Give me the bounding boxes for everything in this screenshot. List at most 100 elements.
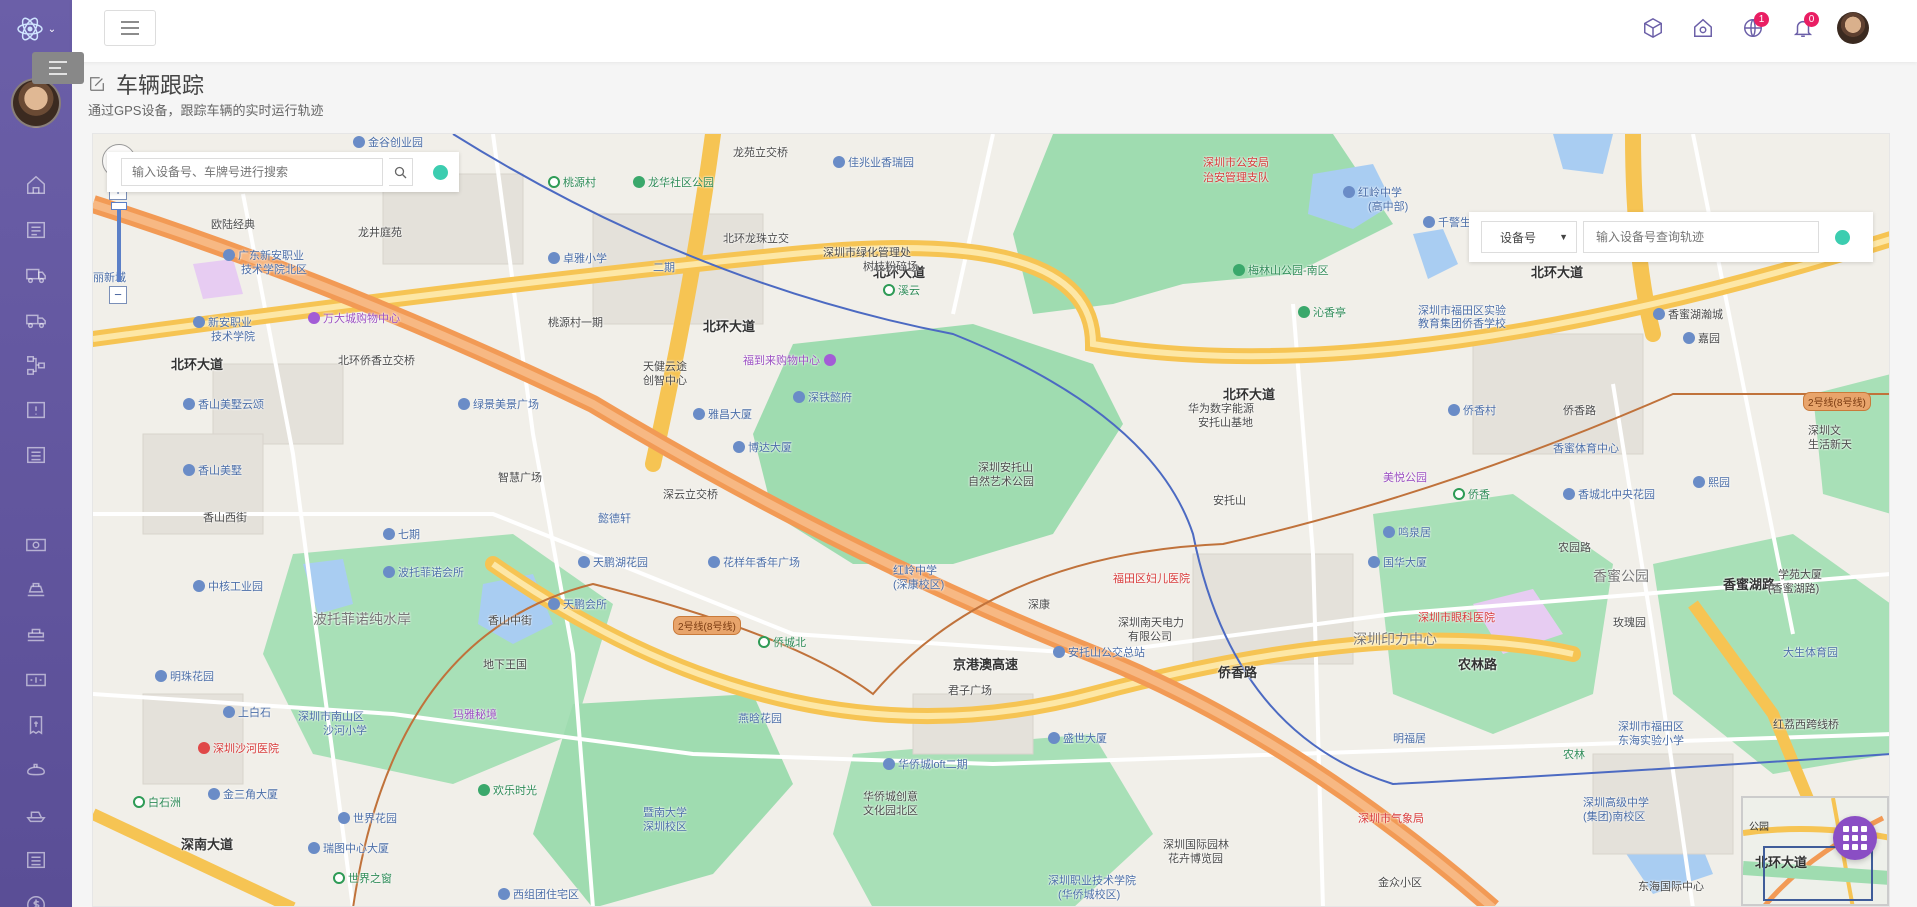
sidebar-item-cash[interactable] — [0, 657, 72, 702]
place-label: 龙井庭苑 — [358, 227, 402, 239]
search-button[interactable] — [389, 158, 413, 186]
place-label: 东海实验小学 — [1618, 735, 1684, 747]
page-subtitle: 通过GPS设备，跟踪车辆的实时运行轨迹 — [88, 103, 324, 118]
place-label-text: 瑞图中心大厦 — [323, 843, 389, 855]
place-label: 波托菲诺会所 — [383, 564, 464, 580]
bell-button[interactable]: 0 — [1787, 12, 1819, 44]
sidebar-item-document[interactable] — [0, 837, 72, 882]
place-label-text: 西组团住宅区 — [513, 889, 579, 901]
stack-alt-icon — [27, 628, 45, 641]
place-label: (深康校区) — [893, 579, 945, 591]
place-label: 波托菲诺纯水岸 — [313, 611, 411, 627]
metro-line-tag: 2号线(8号线) — [1803, 392, 1871, 411]
sidebar-item-route[interactable] — [0, 342, 72, 387]
sidebar-item-submarine[interactable] — [0, 747, 72, 792]
zoom-out-button[interactable]: − — [109, 286, 127, 304]
sidebar-item-bill[interactable] — [0, 702, 72, 747]
place-label: 白石洲 — [133, 794, 181, 810]
sidebar-item-truck[interactable] — [0, 252, 72, 297]
sidebar-item-list[interactable] — [0, 207, 72, 252]
chevron-down-icon[interactable]: ⌄ — [48, 24, 56, 35]
device-search-input[interactable] — [121, 158, 383, 186]
logo[interactable]: ⌄ — [0, 0, 72, 58]
sidebar-item-alert[interactable] — [0, 387, 72, 432]
place-label: 树枝粉碎场 — [863, 261, 918, 273]
place-label: 上白石 — [223, 704, 271, 720]
place-label-text: 世界花园 — [353, 813, 397, 825]
home-icon — [27, 175, 45, 194]
settings-home-button[interactable] — [1687, 12, 1719, 44]
place-label-text: 天鹏会所 — [563, 599, 607, 611]
road-label: 北环大道 — [171, 357, 224, 372]
place-label-text: 上白石 — [238, 707, 271, 719]
sidebar-item-delivery[interactable] — [0, 297, 72, 342]
globe-button[interactable]: 1 — [1737, 12, 1769, 44]
map-canvas[interactable]: 北环大道 北环大道 北环大道 北环大道 北环大道 京港澳高速 侨香路 农林路 香… — [92, 133, 1890, 907]
place-label: (高中部) — [1368, 201, 1409, 213]
place-label-text: 熙园 — [1708, 477, 1730, 489]
sidebar-item-boat[interactable] — [0, 792, 72, 837]
place-label-text: 安托山公交总站 — [1068, 647, 1145, 659]
place-label: 文化园北区 — [863, 805, 918, 817]
place-label: (集团)南校区 — [1583, 811, 1646, 823]
place-label-text: 七期 — [398, 529, 420, 541]
atom-logo-icon — [17, 17, 43, 41]
place-label-text: 龙华社区公园 — [648, 177, 714, 189]
search-type-select[interactable]: 设备号 ▼ — [1481, 221, 1577, 253]
status-indicator — [433, 164, 448, 180]
place-label: 七期 — [383, 526, 420, 542]
alert-chart-icon — [27, 401, 45, 418]
place-label: 香城北中央花园 — [1563, 486, 1655, 502]
place-label-text: 博达大厦 — [748, 442, 792, 454]
sidebar-item-stack[interactable] — [0, 567, 72, 612]
track-search-input[interactable] — [1583, 221, 1819, 253]
menu-toggle-button[interactable] — [104, 10, 156, 46]
place-label: 天鹏湖花园 — [578, 554, 648, 570]
place-label: 桃源村一期 — [548, 317, 603, 329]
place-label: 侨香 — [1453, 486, 1490, 502]
place-label-text: 沁香亭 — [1313, 307, 1346, 319]
sidebar-item-money[interactable] — [0, 522, 72, 567]
cube-button[interactable] — [1637, 12, 1669, 44]
truck-icon — [26, 268, 46, 283]
grid-dot — [1861, 835, 1867, 841]
place-label: 嘉园 — [1683, 330, 1720, 346]
place-label: 熙园 — [1693, 474, 1730, 490]
menu-align-icon — [49, 61, 67, 75]
sidebar-item-home[interactable] — [0, 162, 72, 207]
place-label: 深圳印力中心 — [1353, 631, 1437, 647]
bill-icon — [29, 715, 43, 735]
delivery-truck-icon — [26, 314, 46, 328]
place-label: 福田区妇儿医院 — [1113, 573, 1190, 585]
road-label: 京港澳高速 — [953, 657, 1019, 672]
place-label: 香山美墅云颂 — [183, 396, 264, 412]
place-label: 国华大厦 — [1368, 554, 1427, 570]
sidebar-item-stack-alt[interactable] — [0, 612, 72, 657]
apps-grid-button[interactable] — [1833, 816, 1877, 860]
place-label: 生活新天 — [1808, 439, 1852, 451]
header-actions: 1 0 — [1637, 12, 1869, 44]
sidebar-item-dollar[interactable] — [0, 882, 72, 907]
place-label: 侨香路 — [1563, 405, 1596, 417]
boat-icon — [26, 811, 46, 822]
place-label: 桃源村 — [548, 174, 596, 190]
stack-icon — [27, 582, 45, 596]
road-label: 深南大道 — [181, 837, 234, 852]
place-label-text: 万大城购物中心 — [323, 313, 400, 325]
place-label-text: 香山美墅云颂 — [198, 399, 264, 411]
search-icon — [394, 166, 407, 178]
place-label: 福到来购物中心 — [743, 352, 839, 368]
road-label: 北环大道 — [703, 319, 756, 334]
zoom-slider[interactable] — [111, 202, 127, 282]
sidebar-item-report[interactable] — [0, 432, 72, 477]
cash-icon — [26, 673, 46, 686]
place-label: 花样年香年广场 — [708, 554, 800, 570]
user-avatar[interactable] — [1837, 12, 1869, 44]
place-label: 明福居 — [1393, 733, 1426, 745]
place-label-text: 侨城北 — [773, 637, 806, 649]
status-indicator — [1835, 229, 1850, 245]
place-label: 北环侨香立交桥 — [338, 355, 415, 367]
zoom-slider-thumb[interactable] — [111, 202, 127, 210]
avatar[interactable] — [11, 78, 61, 128]
secondary-menu-button[interactable] — [32, 52, 84, 84]
